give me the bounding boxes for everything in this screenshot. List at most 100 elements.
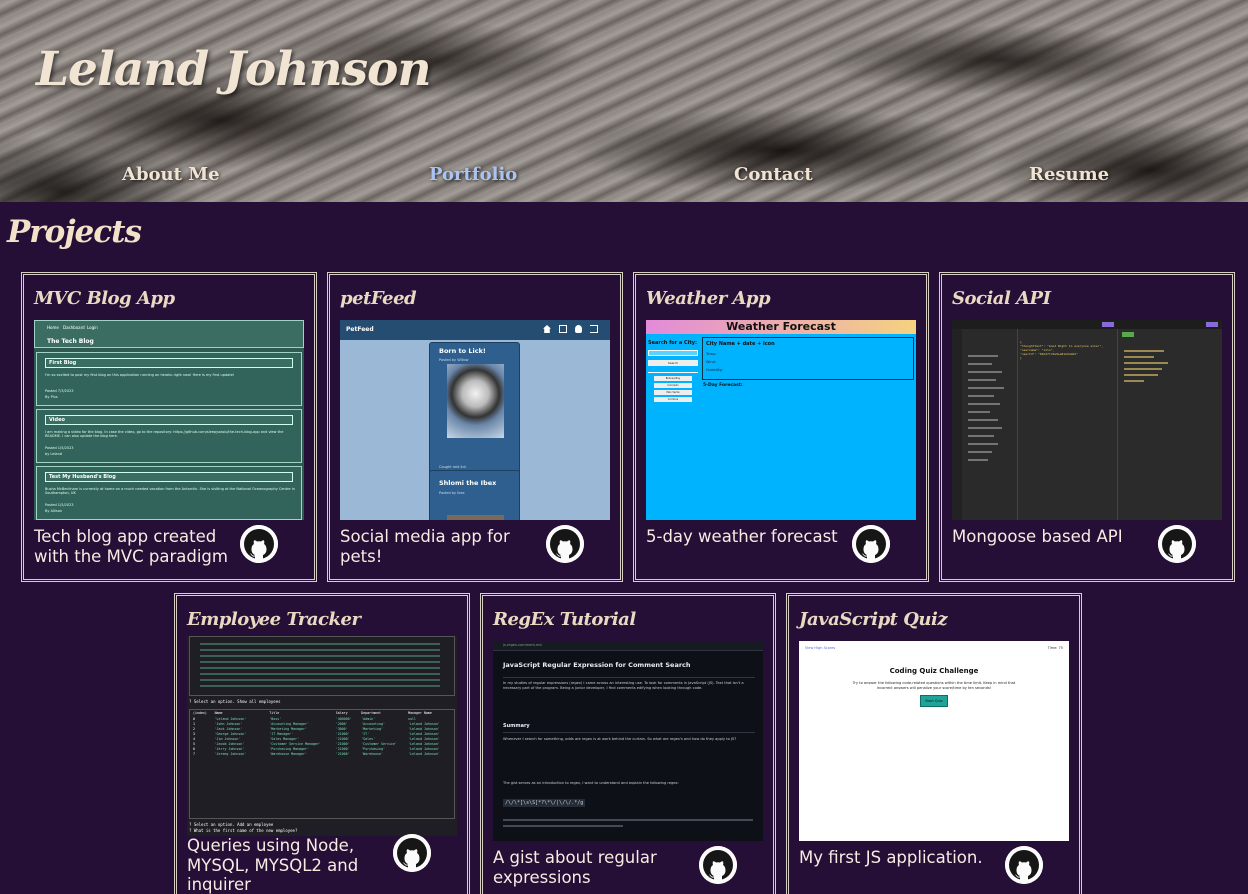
request-body-editor[interactable]: { "thoughtText": "Good Night to everyone… <box>1020 340 1116 380</box>
table-cell: 'Jeremy Johnson' <box>214 752 247 756</box>
github-icon[interactable] <box>1005 846 1043 884</box>
project-card-social-api: Social API { "thoughtText": "Good Night … <box>939 272 1235 582</box>
nav-portfolio[interactable]: Portfolio <box>429 164 517 185</box>
pet-post-author: Posted by Willow <box>439 358 469 362</box>
project-screenshot[interactable]: Home Dashboard Login The Tech Blog First… <box>34 320 304 520</box>
blog-post: Test My Husband's Blog Busha McBeckham i… <box>36 466 302 520</box>
history-button[interactable]: Bolinas Bay <box>654 376 692 381</box>
logout-icon <box>590 325 598 333</box>
project-screenshot[interactable]: { "thoughtText": "Good Night to everyone… <box>952 320 1222 520</box>
project-title: Weather App <box>646 288 771 309</box>
pet-photo <box>447 515 504 520</box>
github-icon[interactable] <box>240 525 278 563</box>
project-card-js-quiz: JavaScript Quiz View High Scores Time: 7… <box>786 593 1082 894</box>
blog-navbar: Home Dashboard Login The Tech Blog <box>34 320 304 348</box>
table-cell: 7 <box>193 752 195 756</box>
github-icon[interactable] <box>852 525 890 563</box>
blog-post-author: by Leland <box>45 452 63 456</box>
quiz-heading: Coding Quiz Challenge <box>889 667 979 675</box>
send-button[interactable] <box>1102 322 1114 327</box>
site-owner-name: Leland Johnson <box>36 42 432 97</box>
quiz-timer: Time: 75 <box>1047 646 1063 650</box>
github-icon[interactable] <box>1158 525 1196 563</box>
current-humidity: Humidity: <box>706 368 723 372</box>
account-button[interactable] <box>1206 322 1218 327</box>
city-search-button[interactable]: Search <box>648 360 698 366</box>
hero-header: Leland Johnson About Me Portfolio Contac… <box>0 0 1248 202</box>
gist-summary: Whenever I search for something, odds ar… <box>503 737 737 741</box>
status-badge <box>1122 332 1134 337</box>
project-description: 5-day weather forecast <box>646 527 838 546</box>
github-icon[interactable] <box>393 834 431 872</box>
pet-post-card: Shlomi the Ibex Posted by Ibex <box>429 470 520 520</box>
project-screenshot[interactable]: PetFeed Born to Lick! Posted by Willow C… <box>340 320 610 520</box>
project-screenshot[interactable]: View High Scores Time: 75 Coding Quiz Ch… <box>799 641 1069 841</box>
divider <box>648 372 698 373</box>
project-description: Mongoose based API <box>952 527 1123 546</box>
forecast-label: 5-Day Forecast: <box>703 383 743 388</box>
blog-post-body: I am making a video for the blog. In cas… <box>45 430 284 438</box>
github-icon[interactable] <box>546 525 584 563</box>
history-button[interactable]: Colorado <box>654 383 692 388</box>
code-line: } <box>1020 356 1022 360</box>
gist-file-tab[interactable]: js-regex-comment.md <box>503 643 542 647</box>
table-row: 7 'Jeremy Johnson' 'Warehouse Manager' '210… <box>190 752 454 757</box>
project-title: MVC Blog App <box>34 288 175 309</box>
column-header: Title <box>269 711 280 715</box>
github-icon[interactable] <box>699 846 737 884</box>
blog-post: First Blog I'm so excited to post my fir… <box>36 352 302 406</box>
gist-intro: In my studies of regular expressions (re… <box>503 681 744 690</box>
project-card-regex-tutorial: RegEx Tutorial js-regex-comment.md JavaS… <box>480 593 776 894</box>
project-screenshot[interactable]: Weather Forecast Search for a City: Sear… <box>646 320 916 520</box>
home-icon <box>543 325 551 333</box>
project-screenshot[interactable]: ? Select an option. Show all employees (… <box>187 636 457 836</box>
terminal-prompt: ? What is the first name of the new empl… <box>189 828 298 833</box>
blog-nav-login: Login <box>87 325 98 330</box>
quiz-instructions: Try to answer the following code-related… <box>852 681 1016 690</box>
project-description: Tech blog app created with the MVC parad… <box>34 527 228 566</box>
blog-post-body: I'm so excited to post my first blog on … <box>45 373 235 377</box>
blog-post-meta: Posted 1/5/2023 <box>45 446 74 450</box>
project-screenshot[interactable]: js-regex-comment.md JavaScript Regular E… <box>493 641 763 841</box>
nav-resume[interactable]: Resume <box>1029 164 1109 185</box>
request-sidebar <box>962 329 1018 520</box>
nav-contact[interactable]: Contact <box>734 164 813 185</box>
profile-icon <box>575 325 582 333</box>
current-temp: Temp: <box>706 352 717 356</box>
project-card-employee-tracker: Employee Tracker ? Select an option. Sho… <box>174 593 470 894</box>
history-button[interactable]: Cordova <box>654 397 692 402</box>
project-description: Social media app for pets! <box>340 527 510 566</box>
gist-summary-heading: Summary <box>503 723 530 729</box>
weather-banner: Weather Forecast <box>646 320 916 334</box>
project-title: JavaScript Quiz <box>799 609 948 630</box>
projects-heading: Projects <box>7 214 142 250</box>
pet-post-card: Born to Lick! Posted by Willow Caught mi… <box>429 342 520 478</box>
project-title: Employee Tracker <box>187 609 361 630</box>
blog-post-meta: Posted 7/3/2023 <box>45 389 74 393</box>
blog-post-body: Busha McBeckham is currently at home on … <box>45 487 295 495</box>
blog-post-author: By Allison <box>45 509 63 513</box>
table-cell: 'Leland Johnson' <box>408 752 440 756</box>
column-header: (index) <box>193 711 207 715</box>
project-title: RegEx Tutorial <box>493 609 636 630</box>
start-quiz-button[interactable]: Start Quiz <box>920 695 948 707</box>
nav-about-me[interactable]: About Me <box>122 164 220 185</box>
gist-regex-code: /\/\*[\s\S]*?\*\/|\/\/.*/g <box>503 799 586 807</box>
gist-tab-bar: js-regex-comment.md <box>493 641 763 651</box>
column-header: Department <box>361 711 382 715</box>
blog-post: Video I am making a video for the blog. … <box>36 409 302 463</box>
pet-photo <box>447 364 504 438</box>
project-card-weather: Weather App Weather Forecast Search for … <box>633 272 929 582</box>
column-header: Salary <box>335 711 348 715</box>
view-high-scores-link[interactable]: View High Scores <box>805 646 835 650</box>
current-weather-box: City Name + date + icon Temp: Wind: Humi… <box>702 337 914 380</box>
city-search-label: Search for a City: <box>648 340 698 346</box>
terminal-table-top <box>189 636 455 696</box>
history-button[interactable]: Palo Verde <box>654 390 692 395</box>
city-search-input[interactable] <box>648 350 698 356</box>
terminal-prompt: ? Select an option. Add an employee <box>189 822 274 827</box>
column-header: Name <box>214 711 223 715</box>
blog-post-author: By Plus <box>45 395 58 399</box>
table-cell: '21000' <box>335 752 350 756</box>
table-cell: 'Warehouse' <box>361 752 383 756</box>
